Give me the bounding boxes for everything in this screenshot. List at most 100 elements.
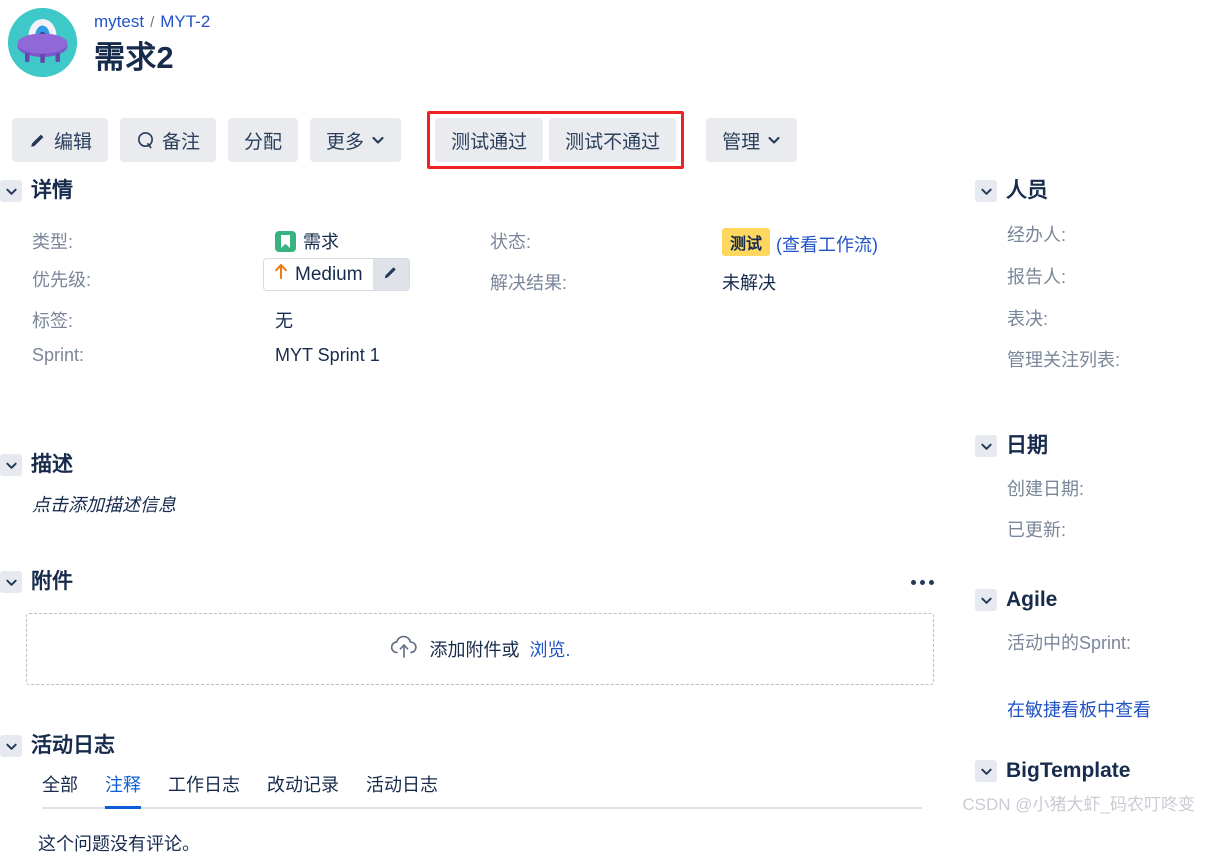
type-value: 需求 (275, 228, 339, 254)
assign-button-label: 分配 (244, 131, 283, 153)
test-pass-label: 测试通过 (451, 131, 528, 153)
dropzone-browse-link[interactable]: 浏览. (529, 636, 570, 662)
priority-value-text: Medium (295, 263, 363, 285)
issue-main-column: 详情 类型: 需求 优先级: Medium 标签: 无 Sprint: MYT … (0, 178, 960, 856)
people-section: 人员 经办人: 报告人: 表决: 管理关注列表: (975, 178, 1207, 381)
attachments-collapse-toggle[interactable] (0, 571, 22, 593)
breadcrumb-issue-link[interactable]: MYT-2 (160, 12, 210, 31)
tab-changelog[interactable]: 改动记录 (267, 771, 339, 809)
test-transition-highlight: 测试通过 测试不通过 (427, 111, 685, 169)
issue-sidebar: 人员 经办人: 报告人: 表决: 管理关注列表: 日期 创建日期: 已更新: A… (975, 178, 1207, 794)
activity-empty-message: 这个问题没有评论。 (38, 834, 200, 854)
bigtemplate-section: BigTemplate (975, 758, 1207, 784)
assignee-label: 经办人: (1007, 225, 1067, 245)
attachments-section-title: 附件 (31, 570, 73, 593)
ellipsis-icon (919, 579, 925, 585)
breadcrumb-project-link[interactable]: mytest (94, 12, 144, 31)
test-fail-label: 测试不通过 (565, 131, 661, 153)
labels-value: 无 (275, 311, 293, 331)
attachments-more-menu[interactable] (908, 570, 936, 594)
activity-tabs: 全部 注释 工作日志 改动记录 活动日志 (42, 771, 922, 809)
attachment-dropzone[interactable]: 添加附件或 浏览. (26, 613, 934, 685)
more-button-label: 更多 (326, 131, 365, 153)
description-collapse-toggle[interactable] (0, 454, 22, 476)
assign-button[interactable]: 分配 (228, 118, 299, 162)
people-section-title: 人员 (1006, 179, 1048, 202)
pencil-icon (382, 264, 399, 286)
cloud-upload-icon (389, 634, 419, 665)
agile-collapse-toggle[interactable] (975, 589, 997, 611)
details-section-header: 详情 (0, 178, 960, 204)
view-workflow-link[interactable]: (查看工作流) (776, 235, 878, 255)
attachments-section-header: 附件 (0, 569, 960, 595)
votes-label: 表决: (1007, 309, 1049, 329)
priority-field[interactable]: Medium (263, 258, 410, 291)
priority-value: Medium (264, 259, 373, 290)
updated-date-label: 已更新: (1007, 520, 1067, 540)
bigtemplate-collapse-toggle[interactable] (975, 760, 997, 782)
reporter-label: 报告人: (1007, 267, 1067, 287)
tab-comments[interactable]: 注释 (105, 771, 141, 809)
view-on-board-link[interactable]: 在敏捷看板中查看 (1007, 696, 1207, 722)
people-collapse-toggle[interactable] (975, 180, 997, 202)
story-bookmark-icon (275, 231, 296, 252)
ufo-avatar-icon (8, 8, 77, 77)
project-avatar (8, 8, 77, 77)
description-section-title: 描述 (31, 453, 73, 476)
attachments-section: 附件 添加附件或 浏览. (0, 569, 960, 685)
type-value-text: 需求 (303, 232, 339, 252)
details-collapse-toggle[interactable] (0, 180, 22, 202)
issue-toolbar: 编辑 备注 分配 更多 测试通过 测试不通过 管理 (12, 111, 798, 169)
comment-button[interactable]: 备注 (120, 118, 217, 162)
type-label: 类型: (32, 232, 74, 252)
status-value: 测试 (查看工作流) (722, 228, 878, 257)
edit-button-label: 编辑 (54, 131, 93, 153)
details-section-title: 详情 (31, 179, 73, 202)
comment-bubble-icon (136, 131, 155, 150)
test-fail-button[interactable]: 测试不通过 (549, 118, 677, 162)
active-sprint-label: 活动中的Sprint: (1007, 633, 1132, 653)
activity-section-header: 活动日志 (0, 733, 960, 759)
tab-activity[interactable]: 活动日志 (366, 771, 438, 809)
priority-label: 优先级: (32, 270, 92, 290)
bigtemplate-section-header: BigTemplate (975, 758, 1207, 784)
test-pass-button[interactable]: 测试通过 (435, 118, 544, 162)
comment-button-label: 备注 (162, 131, 201, 153)
chevron-down-icon (371, 133, 385, 147)
pencil-icon (28, 131, 47, 150)
ellipsis-icon (928, 579, 934, 585)
details-grid: 类型: 需求 优先级: Medium 标签: 无 Sprint: MYT Spr… (0, 218, 960, 404)
resolution-label: 解决结果: (490, 273, 568, 293)
agile-section-title: Agile (1006, 588, 1058, 611)
dates-section-header: 日期 (975, 433, 1207, 459)
resolution-value: 未解决 (722, 273, 776, 293)
dates-section-title: 日期 (1006, 434, 1048, 457)
chevron-down-icon (767, 133, 781, 147)
details-section: 详情 类型: 需求 优先级: Medium 标签: 无 Sprint: MYT … (0, 178, 960, 404)
description-placeholder[interactable]: 点击添加描述信息 (32, 491, 960, 517)
activity-section-title: 活动日志 (31, 734, 115, 757)
tab-all[interactable]: 全部 (42, 771, 78, 809)
status-badge: 测试 (722, 228, 771, 256)
status-label: 状态: (490, 232, 532, 252)
page-title: 需求2 (94, 40, 174, 75)
dates-collapse-toggle[interactable] (975, 435, 997, 457)
arrow-up-icon (274, 263, 288, 286)
agile-section-header: Agile (975, 587, 1207, 613)
more-button[interactable]: 更多 (310, 118, 402, 162)
issue-header: mytest / MYT-2 需求2 (0, 0, 960, 105)
breadcrumb-separator: / (150, 14, 155, 31)
tab-worklog[interactable]: 工作日志 (168, 771, 240, 809)
agile-section: Agile 活动中的Sprint: 在敏捷看板中查看 (975, 587, 1207, 722)
labels-label: 标签: (32, 311, 74, 331)
dates-section: 日期 创建日期: 已更新: (975, 433, 1207, 551)
ellipsis-icon (910, 579, 916, 585)
people-section-header: 人员 (975, 178, 1207, 204)
activity-collapse-toggle[interactable] (0, 735, 22, 757)
sprint-label: Sprint: (32, 345, 85, 365)
edit-button[interactable]: 编辑 (12, 118, 109, 162)
bigtemplate-section-title: BigTemplate (1006, 759, 1131, 782)
priority-edit-button[interactable] (372, 259, 409, 290)
manage-button[interactable]: 管理 (706, 118, 798, 162)
breadcrumb: mytest / MYT-2 (94, 11, 210, 34)
